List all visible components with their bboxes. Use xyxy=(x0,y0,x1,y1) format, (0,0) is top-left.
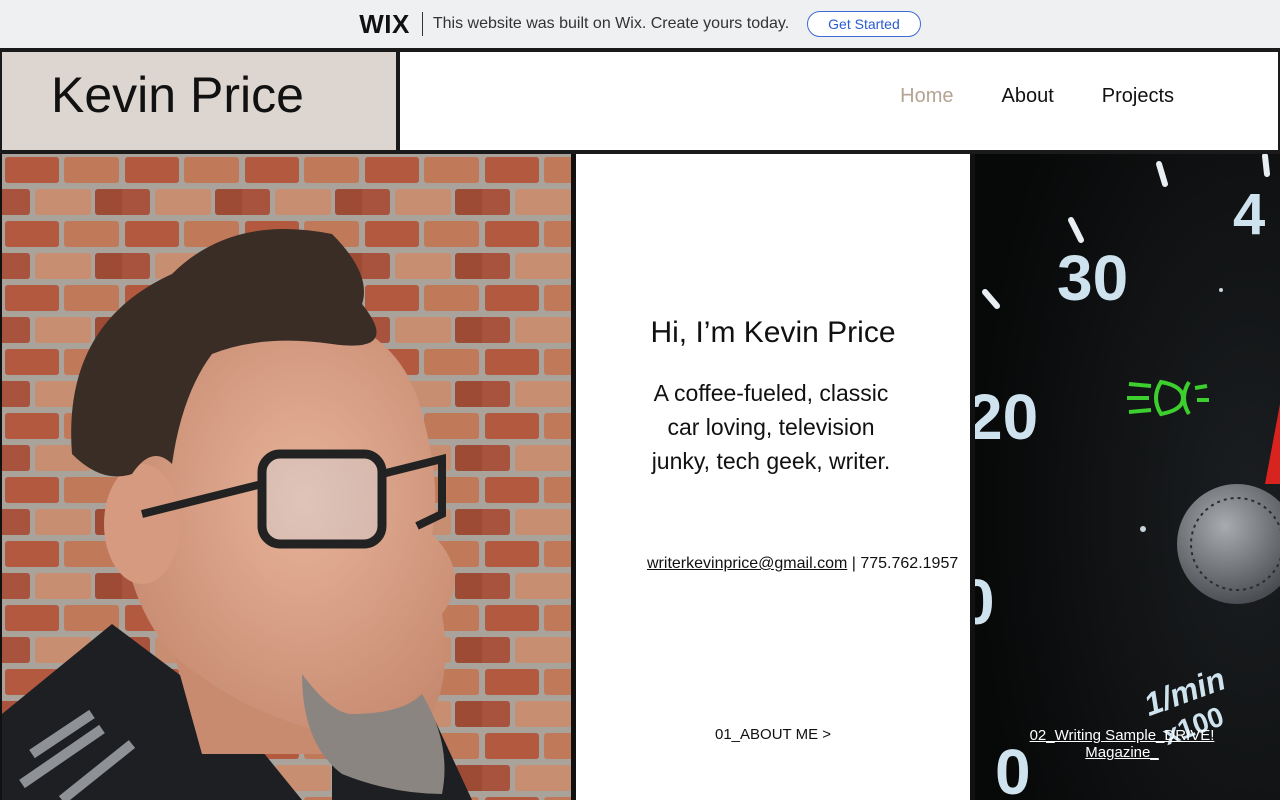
banner-message: This website was built on Wix. Create yo… xyxy=(432,15,790,32)
nav-item-about[interactable]: About xyxy=(977,85,1077,108)
phone-number: 775.762.1957 xyxy=(860,555,959,572)
nav-item-home[interactable]: Home xyxy=(876,85,977,108)
contact-line: writerkevinprice@gmail.com | 775.762.195… xyxy=(647,555,958,573)
portrait-photo xyxy=(2,154,571,800)
site-title[interactable]: Kevin Price xyxy=(51,66,304,124)
intro-panel: Hi, I’m Kevin Price A coffee-fueled, cla… xyxy=(576,154,970,800)
greeting-heading: Hi, I’m Kevin Price xyxy=(650,316,896,349)
banner-divider xyxy=(421,12,423,36)
logo-box: Kevin Price xyxy=(2,52,396,150)
wix-logo[interactable]: WIX xyxy=(359,9,410,40)
about-me-link[interactable]: 01_ABOUT ME > xyxy=(576,726,970,743)
get-started-button[interactable]: Get Started xyxy=(807,11,921,37)
portrait-illustration xyxy=(2,154,571,800)
gauge-number-20: 20 xyxy=(975,381,1038,453)
nav-item-projects[interactable]: Projects xyxy=(1078,85,1198,108)
nav-box: Home About Projects xyxy=(400,52,1278,150)
content-panels: Hi, I’m Kevin Price A coffee-fueled, cla… xyxy=(0,154,1280,800)
wix-banner: WIX This website was built on Wix. Creat… xyxy=(0,0,1280,48)
gauge-panel: 30 20 4 0 0 1/min x100 02_Writing Sample… xyxy=(975,154,1280,800)
gauge-number-4: 4 xyxy=(1233,182,1265,247)
contact-separator: | xyxy=(851,555,856,572)
site-header: Kevin Price Home About Projects xyxy=(0,48,1280,154)
tagline-text: A coffee-fueled, classic car loving, tel… xyxy=(651,380,891,474)
email-link[interactable]: writerkevinprice@gmail.com xyxy=(647,555,847,572)
gauge-number-0-upper: 0 xyxy=(975,566,995,638)
writing-sample-link[interactable]: 02_Writing Sample_DRIVE! Magazine_ xyxy=(1015,727,1229,761)
main-nav: Home About Projects xyxy=(876,85,1198,108)
gauge-number-30: 30 xyxy=(1057,242,1128,314)
speedometer-illustration: 30 20 4 0 0 1/min x100 xyxy=(975,154,1280,800)
